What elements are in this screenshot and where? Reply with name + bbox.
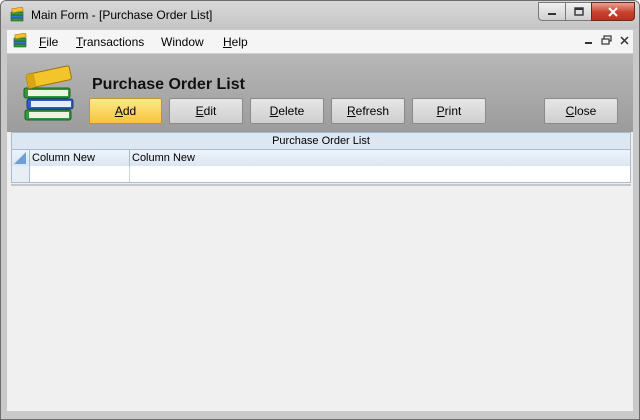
page-title: Purchase Order List bbox=[92, 76, 245, 93]
menu-window[interactable]: Window bbox=[161, 35, 204, 49]
mdi-close-button[interactable] bbox=[617, 33, 631, 47]
menu-file-label: ile bbox=[46, 35, 59, 49]
menu-window-label: Window bbox=[161, 35, 204, 49]
minimize-icon bbox=[584, 41, 592, 44]
delete-button[interactable]: Delete bbox=[250, 98, 324, 124]
books-stack-icon bbox=[23, 65, 74, 121]
menu-bar: File Transactions Window Help bbox=[7, 30, 633, 54]
window-bottom-border bbox=[1, 411, 639, 419]
mdi-minimize-button[interactable] bbox=[581, 33, 595, 47]
grid-area: Purchase Order List Column New Column Ne… bbox=[7, 131, 633, 412]
grid-bottom-border bbox=[11, 184, 631, 186]
minimize-icon bbox=[548, 12, 556, 15]
edit-button[interactable]: Edit bbox=[169, 98, 243, 124]
refresh-label: efresh bbox=[355, 104, 390, 118]
column-header[interactable]: Column New bbox=[30, 150, 130, 166]
menu-help-label: elp bbox=[231, 35, 248, 49]
menu-transactions-mnemonic: T bbox=[76, 35, 83, 49]
books-icon bbox=[10, 7, 24, 22]
table-cell[interactable] bbox=[130, 166, 630, 182]
close-button[interactable]: Close bbox=[544, 98, 618, 124]
edit-label: dit bbox=[203, 104, 217, 118]
close-icon bbox=[619, 35, 629, 45]
grid-corner[interactable] bbox=[12, 150, 30, 166]
row-selector[interactable] bbox=[12, 166, 30, 182]
add-mnemonic: A bbox=[114, 104, 123, 118]
maximize-button[interactable] bbox=[565, 2, 591, 21]
form-header: Purchase Order List Add Edit Delete Refr… bbox=[7, 54, 633, 131]
add-label: dd bbox=[122, 104, 137, 118]
delete-mnemonic: D bbox=[269, 104, 279, 118]
close-label: lose bbox=[574, 104, 597, 118]
menu-file[interactable]: File bbox=[39, 35, 58, 49]
restore-icon bbox=[600, 35, 612, 45]
books-icon[interactable] bbox=[12, 33, 28, 49]
grid-caption: Purchase Order List bbox=[11, 132, 631, 149]
print-button[interactable]: Print bbox=[412, 98, 486, 124]
close-icon bbox=[608, 6, 618, 17]
minimize-button[interactable] bbox=[538, 2, 565, 21]
select-all-icon bbox=[14, 152, 26, 164]
refresh-mnemonic: R bbox=[346, 104, 356, 118]
refresh-button[interactable]: Refresh bbox=[331, 98, 405, 124]
table-row[interactable] bbox=[11, 166, 631, 183]
column-header[interactable]: Column New bbox=[130, 150, 630, 166]
table-cell[interactable] bbox=[30, 166, 130, 182]
edit-mnemonic: E bbox=[195, 104, 204, 118]
close-window-button[interactable] bbox=[591, 2, 635, 21]
print-label: rint bbox=[444, 104, 462, 118]
delete-label: elete bbox=[278, 104, 305, 118]
menu-transactions[interactable]: Transactions bbox=[76, 35, 144, 49]
menu-transactions-label: ransactions bbox=[82, 35, 145, 49]
menu-help-mnemonic: H bbox=[223, 35, 232, 49]
maximize-icon bbox=[573, 7, 584, 16]
menu-help[interactable]: Help bbox=[223, 35, 248, 49]
add-button[interactable]: Add bbox=[89, 98, 162, 124]
caption-buttons bbox=[538, 2, 635, 21]
mdi-restore-button[interactable] bbox=[599, 33, 613, 47]
mdi-controls bbox=[581, 33, 631, 47]
main-window: Main Form - [Purchase Order List] File T… bbox=[0, 0, 640, 420]
window-title: Main Form - [Purchase Order List] bbox=[31, 8, 213, 22]
print-mnemonic: P bbox=[436, 104, 445, 118]
title-bar[interactable]: Main Form - [Purchase Order List] bbox=[1, 1, 639, 29]
grid-header-row: Column New Column New bbox=[11, 149, 631, 167]
